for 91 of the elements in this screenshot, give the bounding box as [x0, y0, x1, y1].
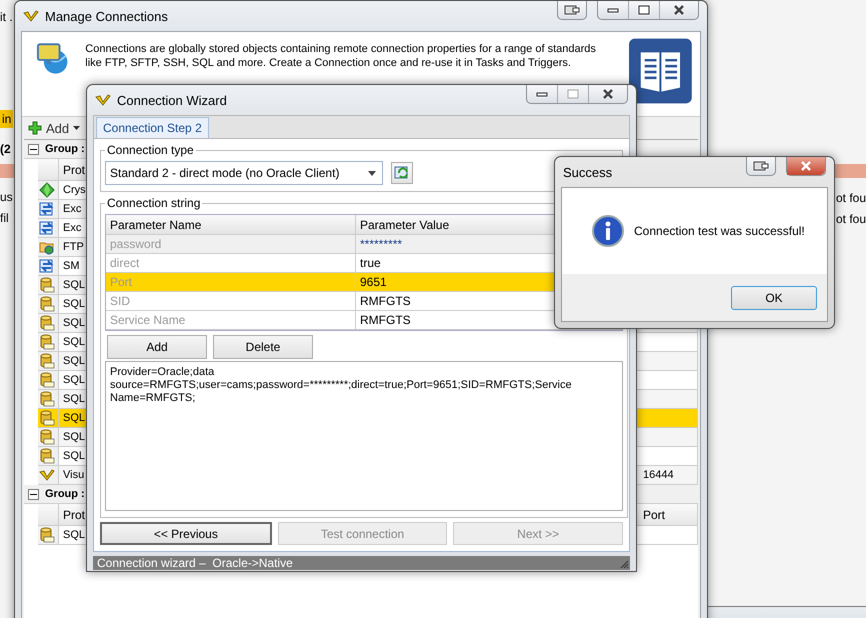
table-cell[interactable]: SQL — [59, 409, 88, 428]
text-fragment: fil — [0, 211, 9, 225]
header-band — [0, 164, 14, 178]
logo-icon — [39, 469, 55, 481]
table-cell: direct — [110, 256, 140, 270]
book-icon — [629, 38, 692, 104]
table-cell: true — [360, 256, 381, 270]
text-fragment: ot fou — [836, 191, 866, 205]
text-fragment: it . — [0, 10, 13, 24]
message-text: Connection test was successful! — [634, 224, 805, 238]
text-fragment: ot fou — [836, 212, 866, 226]
description-text: Connections are globally stored objects containing remote connection properties for a range of standards like FTP, SFTP, SSH, SQL and more. Create a Connection once and re-use it in Tasks and Triggers. — [85, 42, 597, 70]
table-cell — [637, 409, 698, 428]
group-label: Connection type — [106, 143, 195, 157]
group-label: Connection string — [106, 196, 202, 210]
window-icon — [753, 161, 769, 171]
database-icon — [39, 372, 55, 388]
text-fragment: us — [0, 190, 13, 204]
delete-button[interactable]: Delete — [213, 335, 313, 359]
table-cell: 9651 — [360, 275, 387, 289]
database-icon — [39, 429, 55, 445]
close-icon — [601, 88, 615, 100]
maximize-icon — [638, 5, 650, 15]
restore-button[interactable] — [746, 157, 776, 176]
caret-icon — [73, 126, 80, 130]
table-cell[interactable]: SQL — [59, 390, 88, 409]
window-title: Connection Wizard — [117, 92, 227, 108]
column-header[interactable]: Prot — [59, 159, 88, 181]
table-cell: Port — [110, 275, 132, 289]
sync-arrows-icon — [39, 258, 55, 274]
minimize-icon — [607, 7, 619, 13]
collapse-toggle[interactable] — [28, 488, 39, 500]
table-cell[interactable]: Visu — [59, 466, 88, 485]
table-cell[interactable]: SQL — [59, 352, 88, 371]
minimize-icon — [536, 91, 548, 97]
refresh-button[interactable] — [391, 162, 413, 184]
column-header[interactable]: Parameter Name — [106, 215, 356, 234]
table-cell: 16444 — [637, 466, 698, 485]
logo-icon — [95, 94, 111, 106]
caret-icon — [368, 170, 376, 176]
text-fragment: (2 — [0, 142, 11, 156]
resize-grip-icon — [619, 559, 629, 569]
close-icon — [672, 4, 686, 16]
table-cell[interactable]: SQL — [59, 428, 88, 447]
table-cell[interactable]: FTP — [59, 238, 88, 257]
database-icon — [39, 277, 55, 293]
collapse-toggle[interactable] — [28, 144, 39, 154]
database-icon — [39, 391, 55, 407]
database-icon — [39, 296, 55, 312]
table-cell: RMFGTS — [360, 313, 411, 327]
database-icon — [39, 334, 55, 350]
column-header[interactable]: Prot — [59, 504, 88, 526]
database-icon — [39, 315, 55, 331]
window-title: Manage Connections — [45, 8, 168, 24]
sync-arrows-icon — [39, 201, 55, 217]
database-icon — [39, 448, 55, 464]
window-icon — [564, 5, 580, 15]
table-cell: Service Name — [110, 313, 186, 327]
tab[interactable]: Connection Step 2 — [96, 117, 209, 138]
add-button[interactable]: Add — [107, 335, 207, 359]
database-icon — [39, 353, 55, 369]
add-button[interactable]: Add — [26, 120, 82, 136]
text-fragment: in — [0, 110, 14, 128]
table-cell: SID — [110, 294, 130, 308]
table-cell: password — [110, 237, 162, 251]
close-icon — [799, 160, 813, 172]
maximize-icon — [567, 89, 579, 99]
database-icon — [39, 410, 55, 426]
table-cell[interactable]: Exc — [59, 200, 88, 219]
table-cell: RMFGTS — [360, 294, 411, 308]
table-cell: ********* — [360, 237, 402, 251]
sync-arrows-icon — [39, 220, 55, 236]
database-icon — [39, 527, 55, 543]
restore-button[interactable] — [557, 1, 587, 20]
type-dropdown[interactable]: Standard 2 - direct mode (no Oracle Client) — [105, 161, 383, 185]
info-icon — [592, 215, 624, 247]
previous-button[interactable]: << Previous — [100, 522, 272, 545]
table-cell[interactable]: SQL — [59, 276, 88, 295]
table-cell[interactable]: SQL — [59, 314, 88, 333]
ok-button[interactable]: OK — [731, 286, 817, 310]
group-label: Group : — [45, 143, 85, 155]
diamond-icon — [39, 182, 55, 198]
plus-icon — [28, 121, 42, 135]
status-bar: Connection wizard – Oracle->Native — [93, 556, 630, 570]
connection-string-field[interactable]: Provider=Oracle;data source=RMFGTS;user=cams;password=*********;direct=true;Port=9651;SID=RMFGTS;Service Name=RMFGTS; — [105, 361, 623, 511]
logo-icon — [23, 10, 39, 22]
column-header[interactable]: Port — [637, 504, 698, 526]
refresh-icon — [394, 165, 410, 181]
dialog-title: Success — [563, 164, 612, 180]
close-button[interactable] — [787, 157, 825, 175]
group-label: Group : — [45, 488, 85, 500]
